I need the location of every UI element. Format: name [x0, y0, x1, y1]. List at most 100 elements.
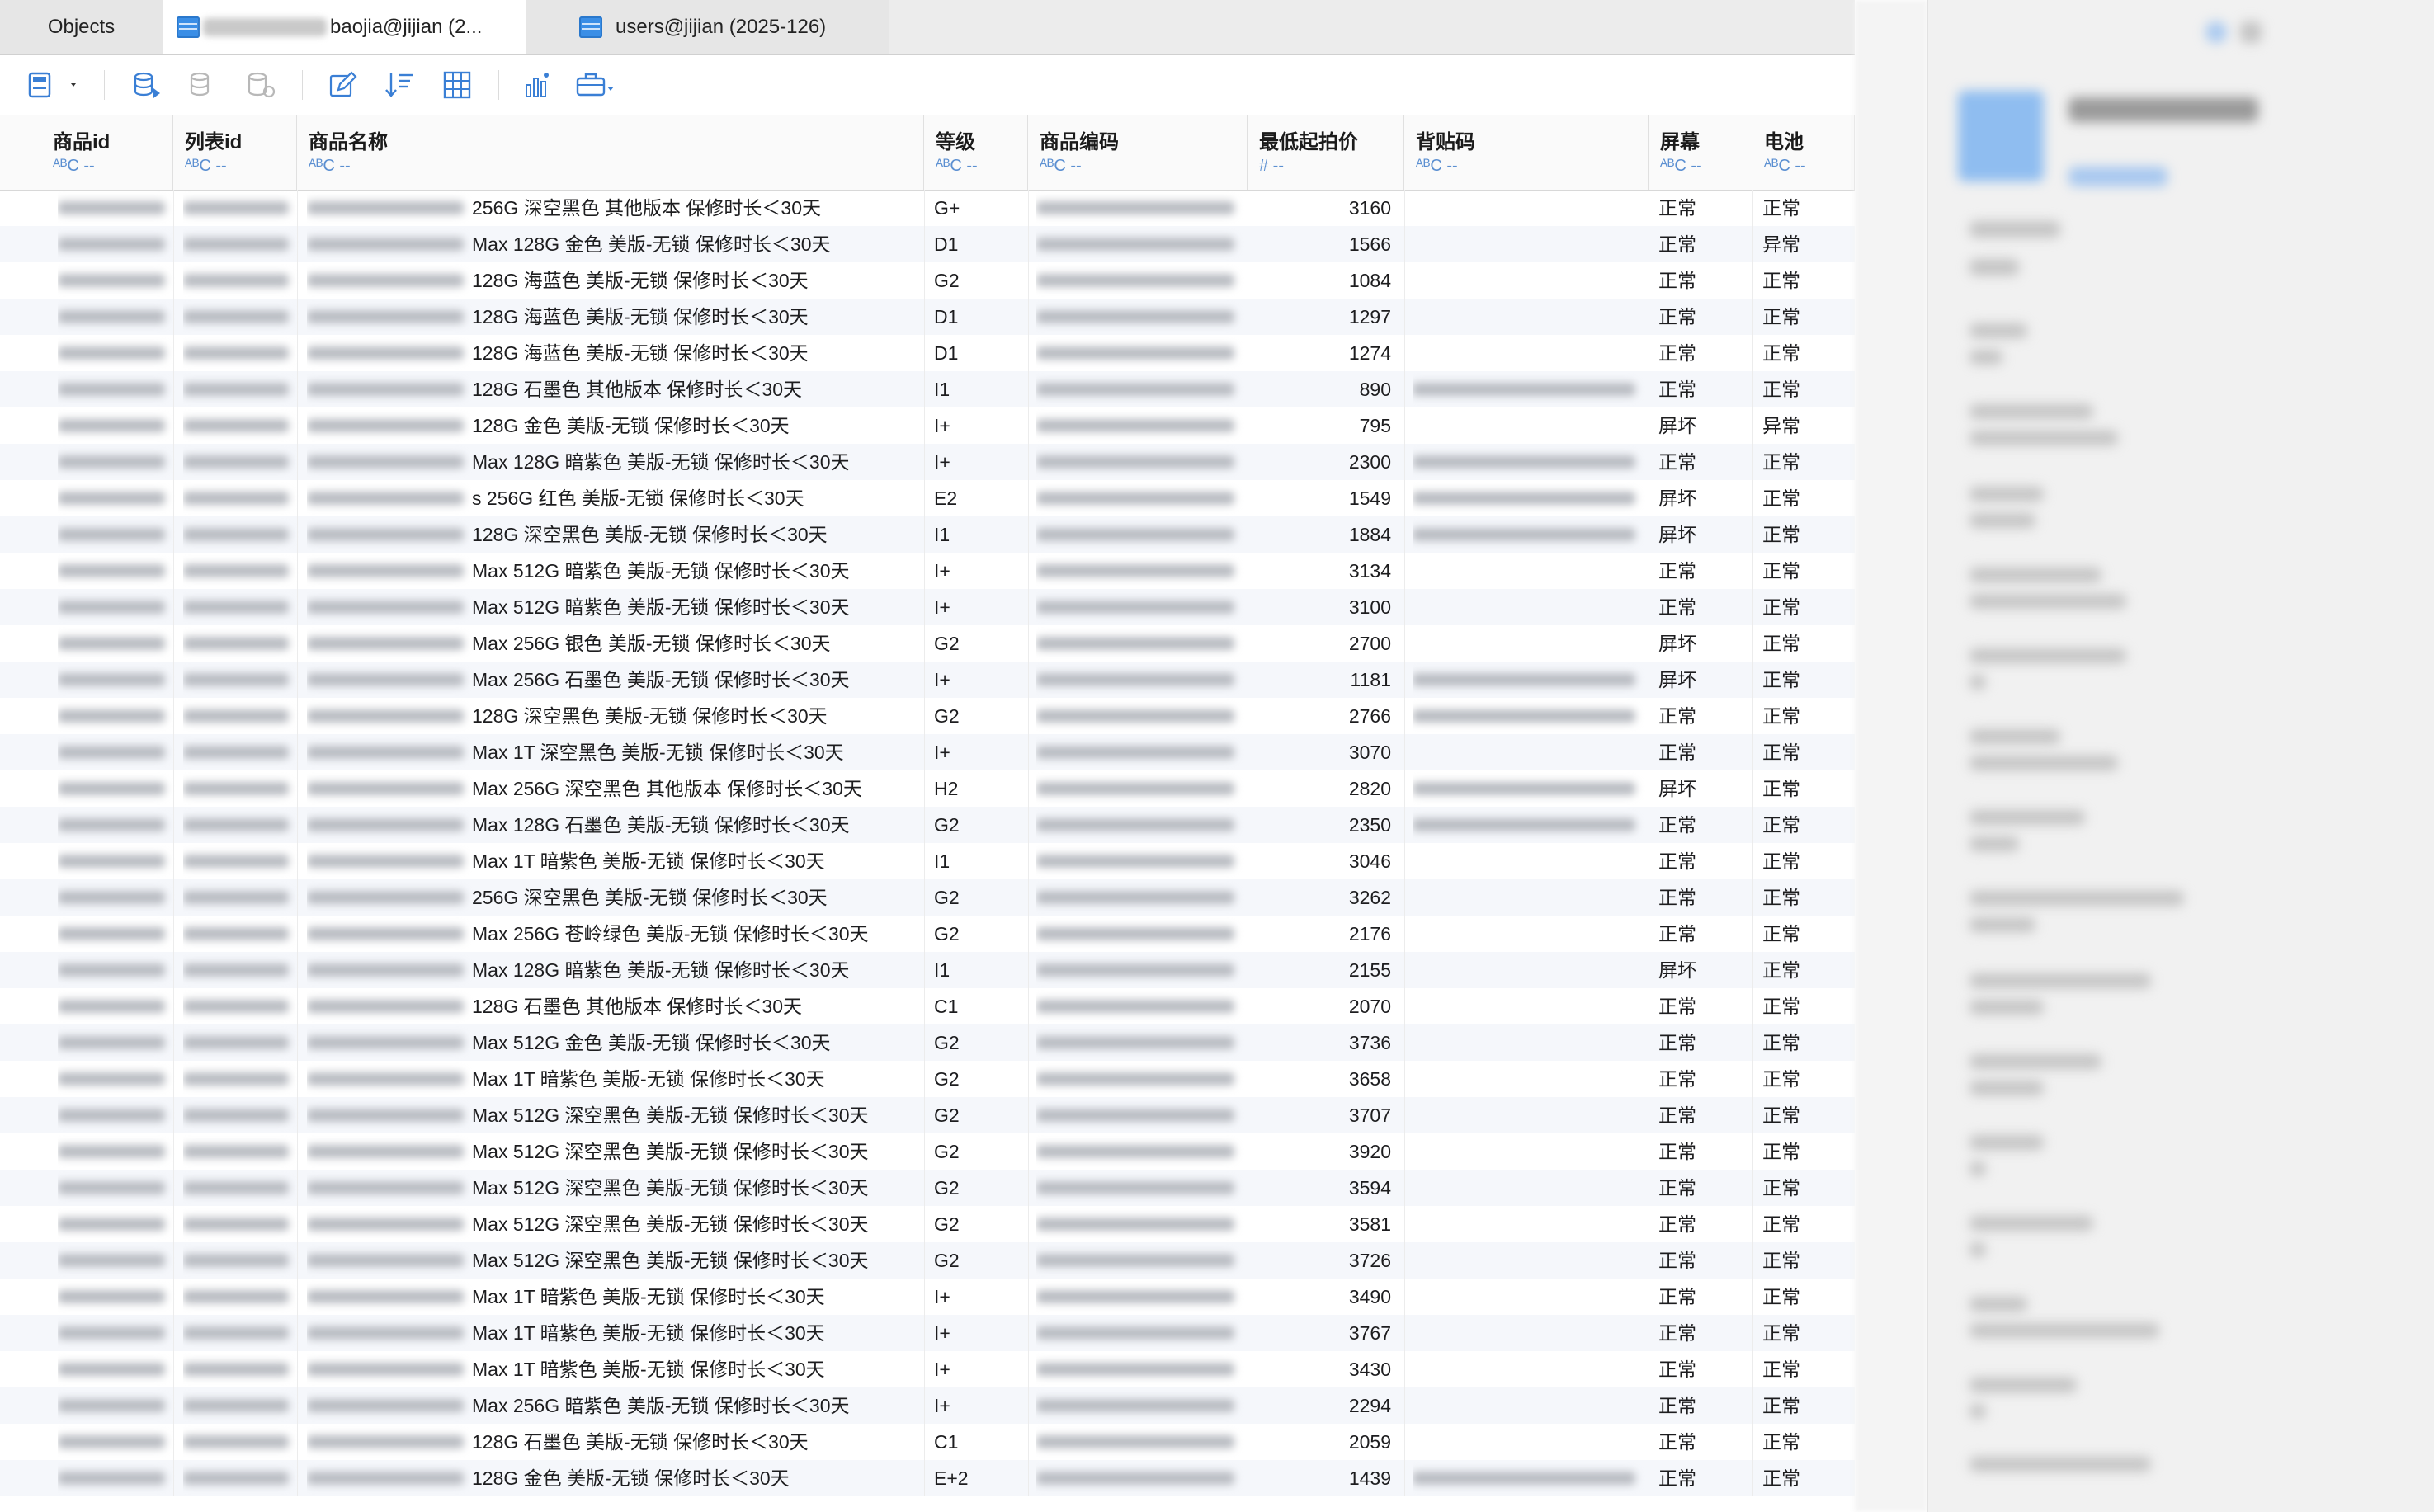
- cell-product-code[interactable]: [1036, 589, 1251, 625]
- tab-baojia[interactable]: baojia@jijian (2...: [163, 0, 526, 54]
- cell-name-prefix[interactable]: [307, 916, 480, 952]
- cell-grade[interactable]: I+: [934, 444, 1025, 480]
- cell-min-price[interactable]: 1566: [1248, 226, 1399, 262]
- cell-product-id[interactable]: [58, 988, 182, 1024]
- column-header-min-price[interactable]: 最低起拍价 # --: [1248, 115, 1404, 190]
- cell-name-prefix[interactable]: [307, 226, 480, 262]
- cell-battery[interactable]: 正常: [1762, 553, 1853, 589]
- cell-product-name[interactable]: 128G 石墨色 美版-无锁 保修时长＜30天: [472, 1424, 917, 1460]
- cell-product-name[interactable]: 128G 深空黑色 美版-无锁 保修时长＜30天: [472, 516, 917, 553]
- table-row[interactable]: 128G 海蓝色 美版-无锁 保修时长＜30天 G2 1084 正常 正常: [0, 262, 1855, 299]
- cell-battery[interactable]: 正常: [1762, 1133, 1853, 1170]
- table-row[interactable]: Max 1T 暗紫色 美版-无锁 保修时长＜30天 I+ 3767 正常 正常: [0, 1315, 1855, 1351]
- cell-name-prefix[interactable]: [307, 262, 480, 299]
- cell-product-name[interactable]: 128G 金色 美版-无锁 保修时长＜30天: [472, 407, 917, 444]
- table-row[interactable]: Max 1T 深空黑色 美版-无锁 保修时长＜30天 I+ 3070 正常 正常: [0, 734, 1855, 770]
- cell-battery[interactable]: 正常: [1762, 1424, 1853, 1460]
- cell-grade[interactable]: I+: [934, 1315, 1025, 1351]
- cell-battery[interactable]: 异常: [1762, 226, 1853, 262]
- cell-list-id[interactable]: [183, 662, 305, 698]
- cell-screen[interactable]: 正常: [1658, 589, 1749, 625]
- cell-product-code[interactable]: [1036, 1133, 1251, 1170]
- cell-product-name[interactable]: 128G 石墨色 其他版本 保修时长＜30天: [472, 988, 917, 1024]
- cell-product-name[interactable]: 128G 石墨色 其他版本 保修时长＜30天: [472, 371, 917, 407]
- column-header-back-code[interactable]: 背贴码 ᴬᴮC --: [1404, 115, 1649, 190]
- edit-icon[interactable]: [327, 68, 360, 101]
- cell-min-price[interactable]: 1274: [1248, 335, 1399, 371]
- cell-screen[interactable]: 正常: [1658, 371, 1749, 407]
- cell-list-id[interactable]: [183, 1460, 305, 1496]
- table-row[interactable]: 128G 石墨色 其他版本 保修时长＜30天 I1 890 正常 正常: [0, 371, 1855, 407]
- cell-list-id[interactable]: [183, 1387, 305, 1424]
- cell-product-code[interactable]: [1036, 1387, 1251, 1424]
- cell-min-price[interactable]: 3100: [1248, 589, 1399, 625]
- cell-name-prefix[interactable]: [307, 1279, 480, 1315]
- table-row[interactable]: Max 1T 暗紫色 美版-无锁 保修时长＜30天 I+ 3490 正常 正常: [0, 1279, 1855, 1315]
- cell-name-prefix[interactable]: [307, 770, 480, 807]
- cell-min-price[interactable]: 1439: [1248, 1460, 1399, 1496]
- cell-grade[interactable]: I1: [934, 952, 1025, 988]
- cell-grade[interactable]: G2: [934, 879, 1025, 916]
- cell-product-name[interactable]: Max 1T 暗紫色 美版-无锁 保修时长＜30天: [472, 1351, 917, 1387]
- cell-min-price[interactable]: 3767: [1248, 1315, 1399, 1351]
- cell-grade[interactable]: G2: [934, 698, 1025, 734]
- table-row[interactable]: 128G 石墨色 其他版本 保修时长＜30天 C1 2070 正常 正常: [0, 988, 1855, 1024]
- cell-product-id[interactable]: [58, 1097, 182, 1133]
- table-row[interactable]: Max 512G 深空黑色 美版-无锁 保修时长＜30天 G2 3594 正常 正常: [0, 1170, 1855, 1206]
- cell-min-price[interactable]: 2350: [1248, 807, 1399, 843]
- db-refresh-icon[interactable]: [244, 68, 277, 101]
- cell-min-price[interactable]: 3046: [1248, 843, 1399, 879]
- cell-grade[interactable]: G2: [934, 807, 1025, 843]
- cell-min-price[interactable]: 2820: [1248, 770, 1399, 807]
- cell-list-id[interactable]: [183, 879, 305, 916]
- cell-product-id[interactable]: [58, 1061, 182, 1097]
- cell-battery[interactable]: 正常: [1762, 1242, 1853, 1279]
- cell-product-code[interactable]: [1036, 952, 1251, 988]
- cell-list-id[interactable]: [183, 734, 305, 770]
- cell-grade[interactable]: G2: [934, 1133, 1025, 1170]
- cell-battery[interactable]: 正常: [1762, 371, 1853, 407]
- column-header-product-name[interactable]: 商品名称 ᴬᴮC --: [297, 115, 924, 190]
- table-row[interactable]: Max 512G 深空黑色 美版-无锁 保修时长＜30天 G2 3581 正常 正常: [0, 1206, 1855, 1242]
- table-row[interactable]: Max 128G 石墨色 美版-无锁 保修时长＜30天 G2 2350 正常 正常: [0, 807, 1855, 843]
- cell-grade[interactable]: I1: [934, 371, 1025, 407]
- column-header-battery[interactable]: 电池 ᴬᴮC --: [1752, 115, 1855, 190]
- cell-product-code[interactable]: [1036, 662, 1251, 698]
- cell-grade[interactable]: G2: [934, 916, 1025, 952]
- cell-min-price[interactable]: 2700: [1248, 625, 1399, 662]
- cell-min-price[interactable]: 3594: [1248, 1170, 1399, 1206]
- cell-list-id[interactable]: [183, 1097, 305, 1133]
- cell-min-price[interactable]: 3726: [1248, 1242, 1399, 1279]
- column-header-product-code[interactable]: 商品编码 ᴬᴮC --: [1028, 115, 1248, 190]
- cell-list-id[interactable]: [183, 1170, 305, 1206]
- cell-name-prefix[interactable]: [307, 807, 480, 843]
- cell-product-id[interactable]: [58, 335, 182, 371]
- cell-min-price[interactable]: 2294: [1248, 1387, 1399, 1424]
- cell-screen[interactable]: 正常: [1658, 1315, 1749, 1351]
- cell-product-name[interactable]: Max 512G 金色 美版-无锁 保修时长＜30天: [472, 1024, 917, 1061]
- cell-name-prefix[interactable]: [307, 988, 480, 1024]
- cell-screen[interactable]: 正常: [1658, 916, 1749, 952]
- cell-product-id[interactable]: [58, 589, 182, 625]
- cell-battery[interactable]: 正常: [1762, 1024, 1853, 1061]
- cell-grade[interactable]: I+: [934, 553, 1025, 589]
- cell-min-price[interactable]: 1297: [1248, 299, 1399, 335]
- cell-grade[interactable]: I1: [934, 843, 1025, 879]
- cell-product-id[interactable]: [58, 807, 182, 843]
- cell-product-id[interactable]: [58, 1133, 182, 1170]
- db-add-icon[interactable]: [130, 68, 163, 101]
- cell-grade[interactable]: G2: [934, 262, 1025, 299]
- cell-screen[interactable]: 正常: [1658, 553, 1749, 589]
- cell-product-id[interactable]: [58, 226, 182, 262]
- cell-min-price[interactable]: 3134: [1248, 553, 1399, 589]
- cell-grade[interactable]: I+: [934, 1351, 1025, 1387]
- sort-filter-icon[interactable]: [383, 68, 416, 101]
- cell-product-id[interactable]: [58, 299, 182, 335]
- cell-name-prefix[interactable]: [307, 734, 480, 770]
- cell-product-name[interactable]: 128G 海蓝色 美版-无锁 保修时长＜30天: [472, 262, 917, 299]
- cell-product-code[interactable]: [1036, 444, 1251, 480]
- cell-product-name[interactable]: 256G 深空黑色 其他版本 保修时长＜30天: [472, 190, 917, 226]
- cell-battery[interactable]: 正常: [1762, 843, 1853, 879]
- cell-grade[interactable]: I+: [934, 407, 1025, 444]
- cell-min-price[interactable]: 1884: [1248, 516, 1399, 553]
